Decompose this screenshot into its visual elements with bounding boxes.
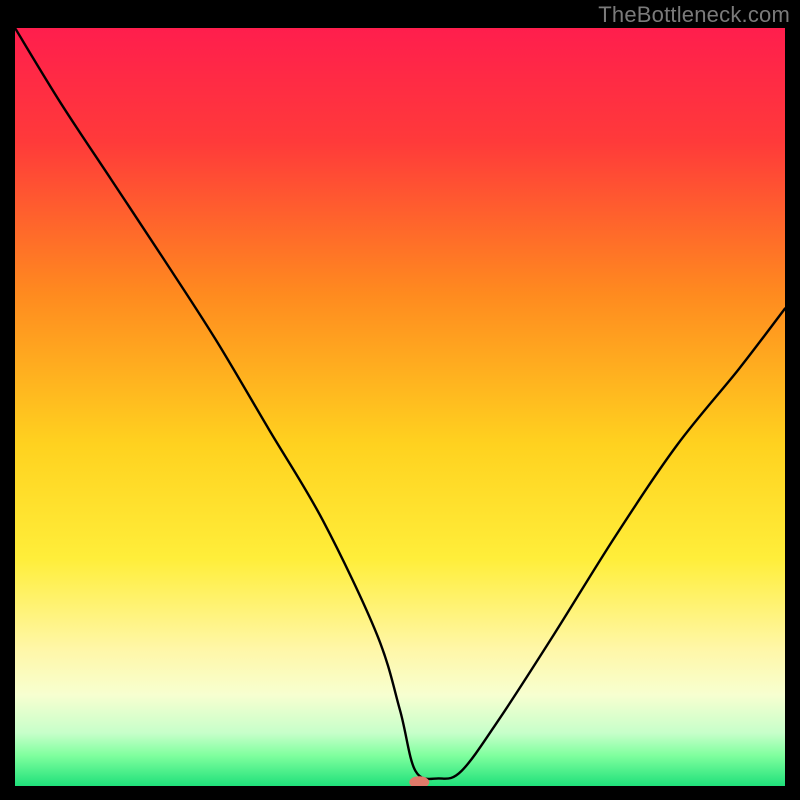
chart-svg — [15, 28, 785, 786]
gradient-background — [15, 28, 785, 786]
plot-area — [15, 28, 785, 786]
chart-frame: TheBottleneck.com — [0, 0, 800, 800]
watermark-text: TheBottleneck.com — [598, 2, 790, 28]
